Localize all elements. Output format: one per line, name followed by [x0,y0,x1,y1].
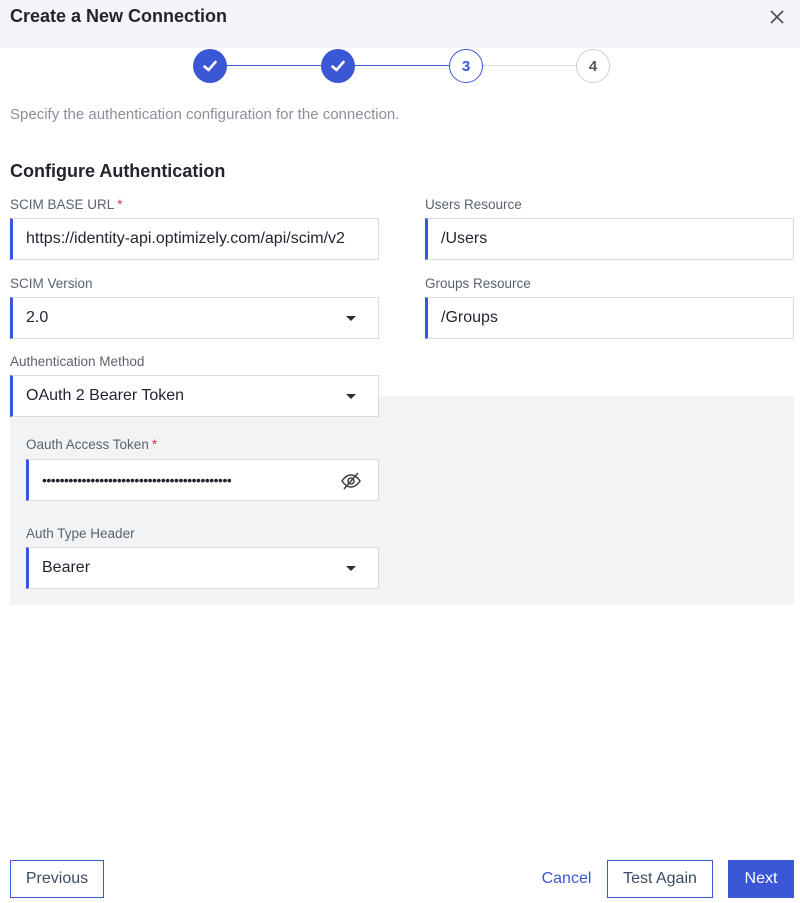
groups-resource-label: Groups Resource [425,276,531,291]
auth-method-select[interactable]: OAuth 2 Bearer Token [10,375,379,417]
chevron-down-icon [346,316,356,321]
chevron-down-icon [346,566,356,571]
stepper: 3 4 [0,48,800,84]
oauth-token-input[interactable]: ••••••••••••••••••••••••••••••••••••••••… [26,459,379,501]
scim-version-label: SCIM Version [10,276,93,291]
groups-resource-value: /Groups [441,309,498,326]
auth-type-header-value: Bearer [42,559,91,576]
step-1[interactable] [193,49,227,83]
step-4[interactable]: 4 [576,49,610,83]
dialog-header: Create a New Connection [0,0,800,48]
users-resource-label: Users Resource [425,197,522,212]
oauth-token-value: ••••••••••••••••••••••••••••••••••••••••… [42,472,232,488]
chevron-down-icon [346,394,356,399]
scim-base-url-label: SCIM BASE URL * [10,197,123,212]
scim-base-url-value: https://identity-api.optimizely.com/api/… [26,230,345,247]
auth-method-value: OAuth 2 Bearer Token [26,387,185,404]
auth-method-label: Authentication Method [10,354,145,369]
auth-type-header-label: Auth Type Header [26,526,135,541]
checkmark-icon [331,60,345,72]
scim-version-select[interactable]: 2.0 [10,297,379,339]
required-marker: * [117,197,123,212]
required-marker: * [151,437,158,452]
users-resource-input[interactable]: /Users [425,218,794,260]
dialog-title: Create a New Connection [10,6,228,26]
oauth-token-label: Oauth Access Token * [26,437,157,452]
step-connector [227,65,321,66]
step-connector [483,65,577,66]
checkmark-icon [203,60,217,72]
previous-button[interactable]: Previous [10,860,104,898]
step-3[interactable]: 3 [449,49,483,83]
auth-type-header-select[interactable]: Bearer [26,547,379,589]
step-2[interactable] [321,49,355,83]
step-connector [355,65,449,66]
section-title: Configure Authentication [10,161,226,181]
next-button[interactable]: Next [728,860,794,898]
scim-base-url-label-text: SCIM BASE URL [10,197,115,212]
eye-off-icon[interactable] [340,470,362,492]
cancel-button[interactable]: Cancel [535,860,598,898]
test-again-button[interactable]: Test Again [607,860,713,898]
groups-resource-input[interactable]: /Groups [425,297,794,339]
users-resource-value: /Users [441,230,488,247]
oauth-token-label-text: Oauth Access Token [26,437,149,452]
scim-base-url-input[interactable]: https://identity-api.optimizely.com/api/… [10,218,379,260]
close-icon[interactable] [766,6,788,28]
dialog-subtitle: Specify the authentication configuration… [10,106,400,123]
scim-version-value: 2.0 [26,309,49,326]
